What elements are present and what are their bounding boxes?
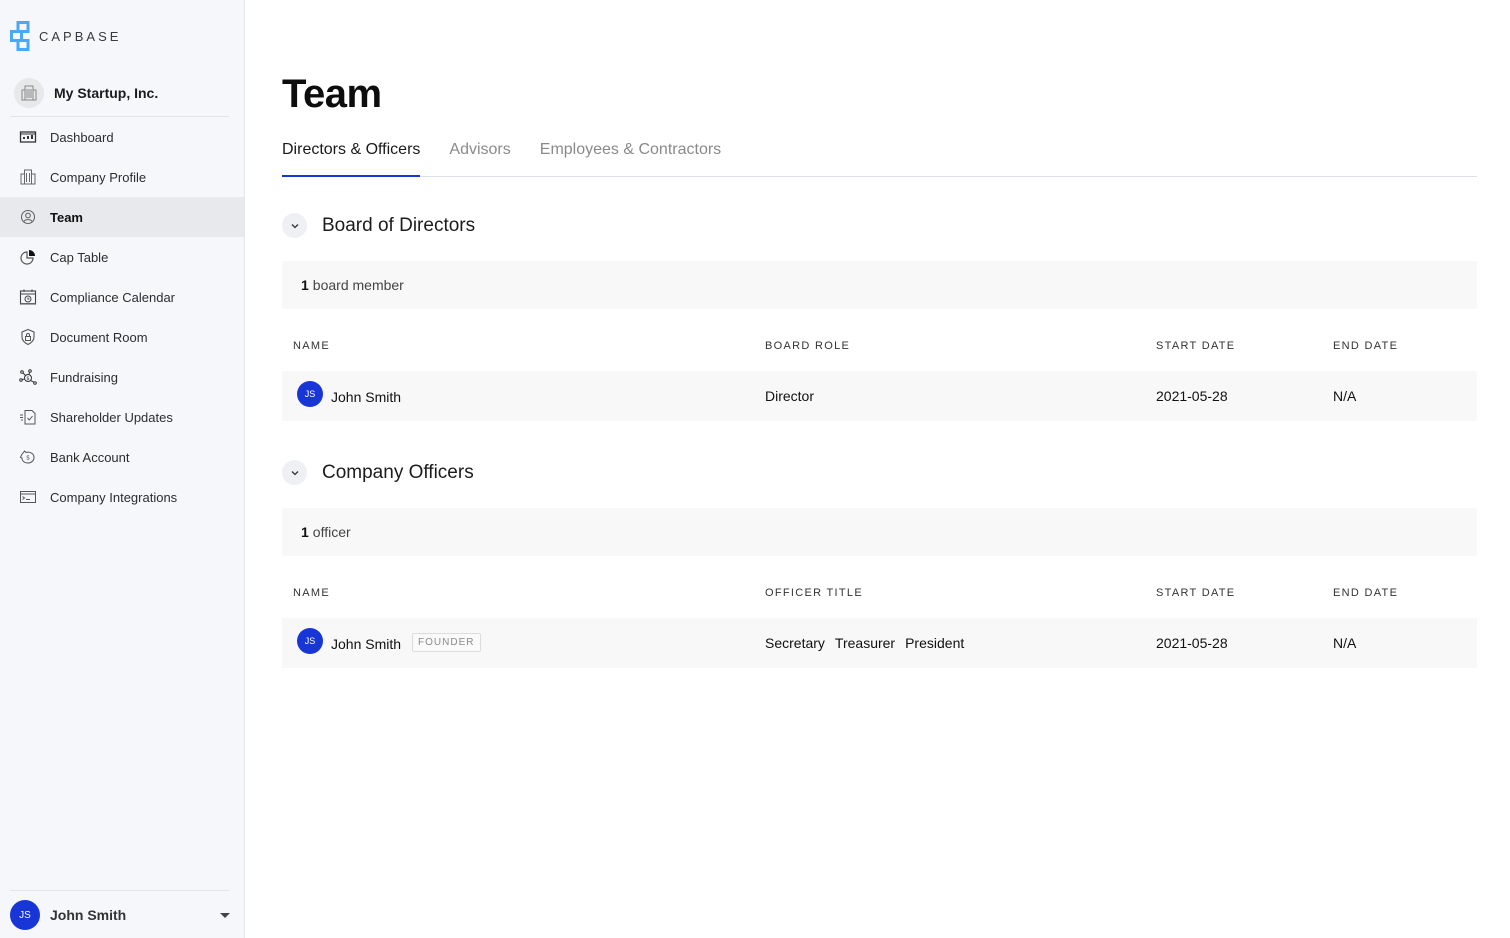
sidebar-item-label: Fundraising xyxy=(50,369,118,385)
end-date: N/A xyxy=(1333,635,1357,651)
officer-title: Treasurer xyxy=(834,635,896,651)
column-header-name[interactable]: NAME xyxy=(293,587,330,599)
company-switcher[interactable]: My Startup, Inc. xyxy=(14,78,158,108)
start-date: 2021-05-28 xyxy=(1156,635,1228,651)
user-name: John Smith xyxy=(50,907,127,923)
count-label: officer xyxy=(312,524,351,540)
officers-section-header: Company Officers xyxy=(282,460,474,485)
column-header-officer-title[interactable]: OFFICER TITLE xyxy=(765,587,863,599)
calendar-clock-icon xyxy=(18,287,38,307)
section-title: Board of Directors xyxy=(322,214,476,236)
column-header-end-date[interactable]: END DATE xyxy=(1333,340,1398,352)
sidebar-divider xyxy=(10,890,229,891)
svg-text:$: $ xyxy=(26,376,29,382)
sidebar-item-cap-table[interactable]: Cap Table xyxy=(0,237,244,277)
sidebar-item-label: Dashboard xyxy=(50,129,114,145)
sidebar-item-label: Cap Table xyxy=(50,249,109,265)
building-icon xyxy=(21,85,37,101)
caret-down-icon[interactable] xyxy=(220,913,230,918)
table-row[interactable]: JS John Smith FOUNDER Secretary Treasurer… xyxy=(282,618,1477,668)
network-dollar-icon: $ xyxy=(18,367,38,387)
member-name: John Smith xyxy=(331,635,402,652)
board-section-header: Board of Directors xyxy=(282,213,475,238)
company-name: My Startup, Inc. xyxy=(54,85,159,101)
sidebar-item-bank-account[interactable]: $ Bank Account xyxy=(0,437,244,477)
column-header-board-role[interactable]: BOARD ROLE xyxy=(765,340,850,352)
pie-chart-icon xyxy=(18,247,38,267)
dashboard-icon xyxy=(18,127,38,147)
avatar: JS xyxy=(10,900,40,930)
founder-badge: FOUNDER xyxy=(412,633,481,652)
sidebar-item-label: Company Integrations xyxy=(50,489,178,505)
officer-titles: Secretary Treasurer President xyxy=(765,635,974,651)
sidebar: CAPBASE My Startup, Inc. Dashboard Compa… xyxy=(0,0,245,938)
sidebar-item-dashboard[interactable]: Dashboard xyxy=(0,117,244,157)
section-title: Company Officers xyxy=(322,461,474,483)
count-value: 1 xyxy=(301,277,309,293)
officers-table-header: NAME OFFICER TITLE START DATE END DATE xyxy=(282,587,1477,607)
member-name: John Smith xyxy=(331,388,402,405)
avatar: JS xyxy=(297,381,323,407)
officer-title: President xyxy=(905,635,965,651)
avatar: JS xyxy=(297,628,323,654)
user-menu[interactable]: JS John Smith xyxy=(10,900,235,930)
logo-text: CAPBASE xyxy=(39,28,122,44)
piggy-bank-icon: $ xyxy=(18,447,38,467)
officer-title: Secretary xyxy=(765,635,825,651)
sidebar-item-label: Shareholder Updates xyxy=(50,409,173,425)
sidebar-item-document-room[interactable]: Document Room xyxy=(0,317,244,357)
column-header-name[interactable]: NAME xyxy=(293,340,330,352)
count-label: board member xyxy=(312,277,404,293)
column-header-end-date[interactable]: END DATE xyxy=(1333,587,1398,599)
board-role: Director xyxy=(765,388,815,404)
document-check-icon xyxy=(18,407,38,427)
sidebar-item-label: Bank Account xyxy=(50,449,130,465)
end-date: N/A xyxy=(1333,388,1357,404)
page-title: Team xyxy=(282,72,382,116)
sidebar-item-label: Company Profile xyxy=(50,169,147,185)
tab-employees-contractors[interactable]: Employees & Contractors xyxy=(540,138,721,177)
sidebar-item-company-profile[interactable]: Company Profile xyxy=(0,157,244,197)
collapse-board-button[interactable] xyxy=(282,213,307,238)
sidebar-item-label: Document Room xyxy=(50,329,148,345)
officers-count: 1 officer xyxy=(282,508,1477,556)
column-header-start-date[interactable]: START DATE xyxy=(1156,587,1235,599)
sidebar-nav: Dashboard Company Profile Team Cap Table… xyxy=(0,117,244,517)
name-cell: JS John Smith FOUNDER xyxy=(297,628,481,654)
company-avatar xyxy=(14,78,44,108)
table-row[interactable]: JS John Smith Director 2021-05-28 N/A xyxy=(282,371,1477,421)
sidebar-item-shareholder-updates[interactable]: Shareholder Updates xyxy=(0,397,244,437)
sidebar-item-fundraising[interactable]: $ Fundraising xyxy=(0,357,244,397)
column-header-start-date[interactable]: START DATE xyxy=(1156,340,1235,352)
board-table-header: NAME BOARD ROLE START DATE END DATE xyxy=(282,340,1477,360)
sidebar-item-compliance-calendar[interactable]: Compliance Calendar xyxy=(0,277,244,317)
count-value: 1 xyxy=(301,524,309,540)
capbase-logo[interactable]: CAPBASE xyxy=(10,21,121,51)
sidebar-item-company-integrations[interactable]: Company Integrations xyxy=(0,477,244,517)
capbase-logo-icon xyxy=(10,21,30,51)
svg-text:$: $ xyxy=(26,455,30,462)
board-count: 1 board member xyxy=(282,261,1477,309)
name-cell: JS John Smith xyxy=(297,381,401,407)
terminal-window-icon xyxy=(18,487,38,507)
chevron-down-icon xyxy=(291,223,298,228)
start-date: 2021-05-28 xyxy=(1156,388,1228,404)
sidebar-item-label: Team xyxy=(50,209,83,225)
tab-bar: Directors & Officers Advisors Employees … xyxy=(282,138,1477,177)
collapse-officers-button[interactable] xyxy=(282,460,307,485)
user-circle-icon xyxy=(18,207,38,227)
shield-lock-icon xyxy=(18,327,38,347)
chevron-down-icon xyxy=(291,470,298,475)
building-icon xyxy=(18,167,38,187)
tab-advisors[interactable]: Advisors xyxy=(449,138,510,177)
sidebar-item-label: Compliance Calendar xyxy=(50,289,176,305)
tab-directors-officers[interactable]: Directors & Officers xyxy=(282,138,421,177)
sidebar-item-team[interactable]: Team xyxy=(0,197,244,237)
